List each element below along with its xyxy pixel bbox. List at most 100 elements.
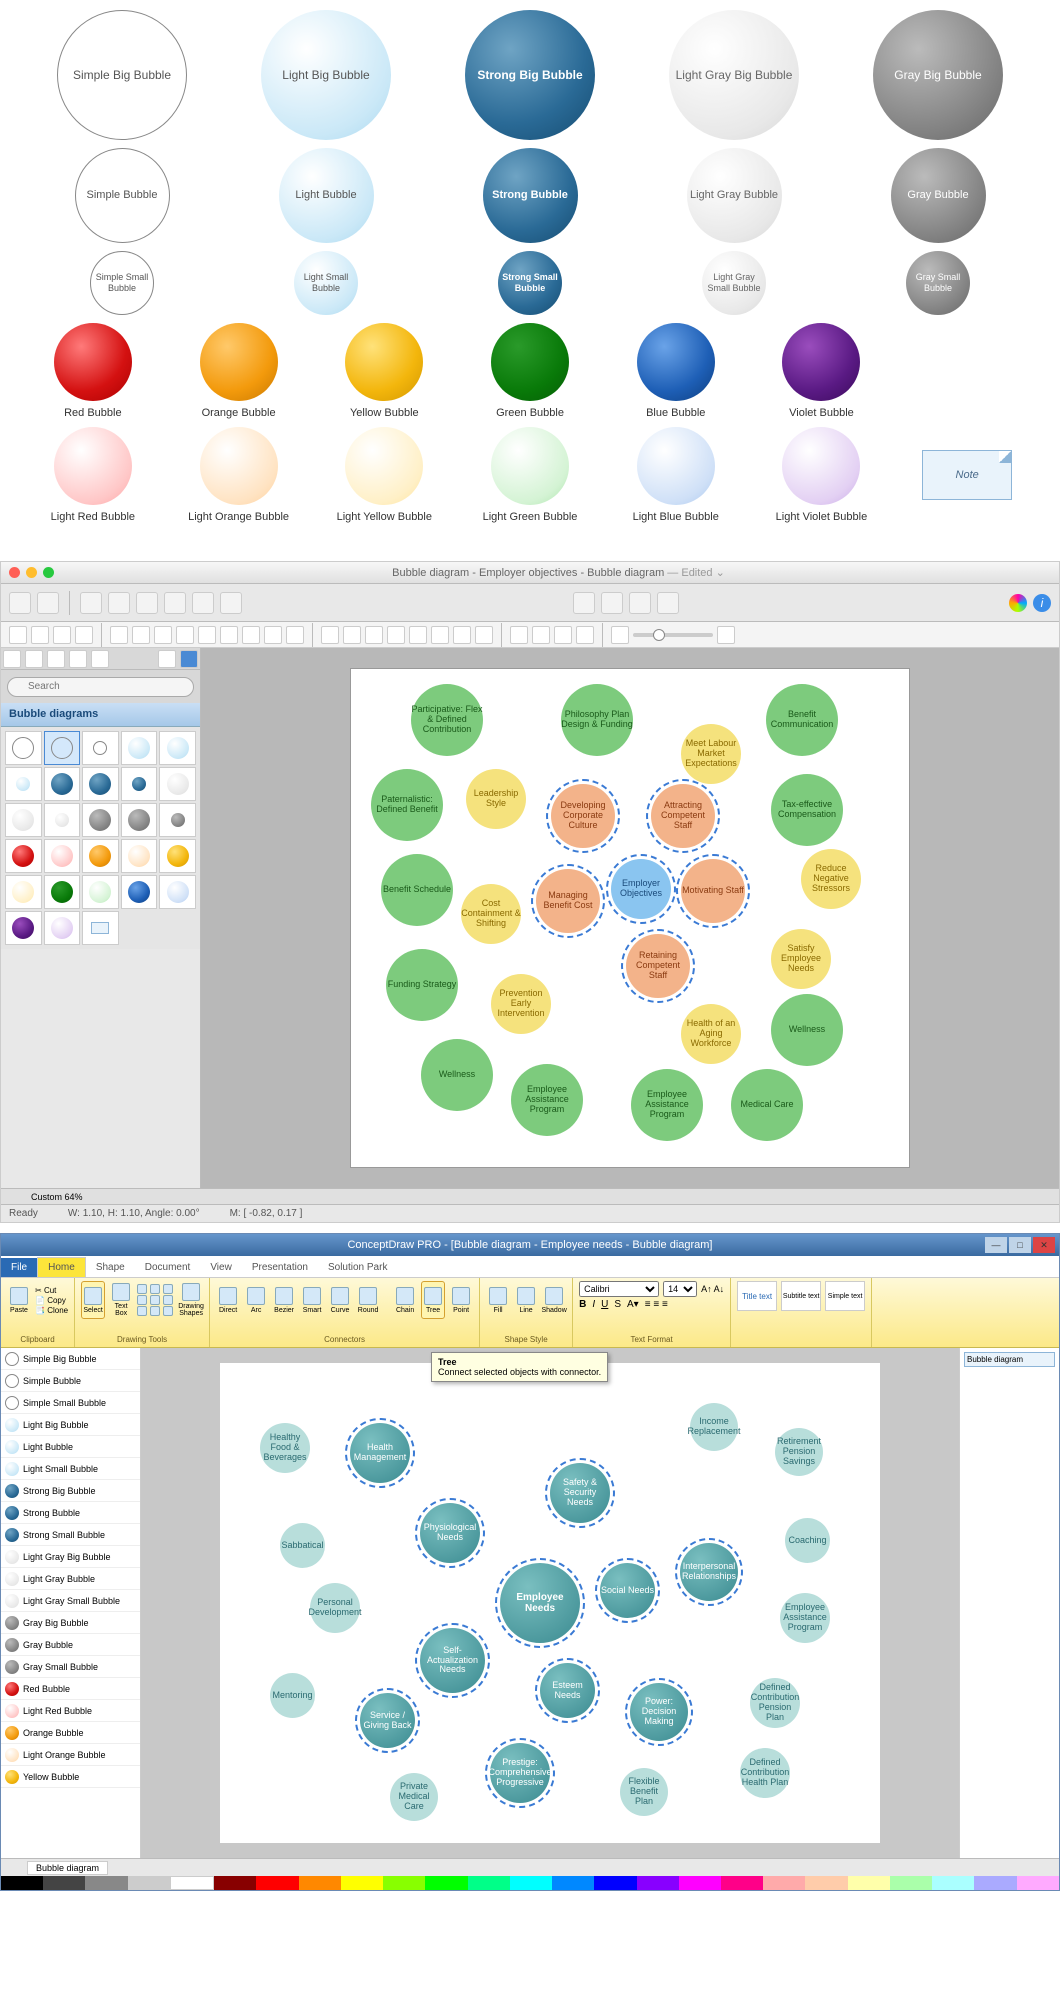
tool-button[interactable] xyxy=(264,626,282,644)
tool-button[interactable] xyxy=(242,626,260,644)
tool-button[interactable] xyxy=(576,626,594,644)
maximize-icon[interactable]: □ xyxy=(1009,1237,1031,1253)
page[interactable]: Participative: Flex & Defined Contributi… xyxy=(350,668,910,1168)
bubble-retirement[interactable]: Retirement Pension Savings xyxy=(775,1428,823,1476)
bubble-employee-needs[interactable]: Employee Needs xyxy=(500,1563,580,1643)
bubble-power[interactable]: Power: Decision Making xyxy=(630,1683,688,1741)
shape-gallery[interactable] xyxy=(137,1284,175,1316)
tool-button[interactable] xyxy=(532,626,550,644)
info-icon[interactable]: i xyxy=(1033,594,1051,612)
minimize-icon[interactable]: — xyxy=(985,1237,1007,1253)
bubble-motivating[interactable]: Motivating Staff xyxy=(681,859,745,923)
bubble-cost-cont[interactable]: Cost Containment & Shifting xyxy=(461,884,521,944)
shape-list-item[interactable]: Light Bubble xyxy=(1,1436,140,1458)
bubble-sabbatical[interactable]: Sabbatical xyxy=(280,1523,325,1568)
search-input[interactable] xyxy=(7,677,194,697)
clone-button[interactable]: 📑 Clone xyxy=(35,1306,68,1315)
tab-presentation[interactable]: Presentation xyxy=(242,1258,318,1277)
tab-file[interactable]: File xyxy=(1,1258,37,1277)
light-gray-big-bubble[interactable]: Light Gray Big Bubble xyxy=(669,10,799,140)
bubble-employer-obj[interactable]: Employer Objectives xyxy=(611,859,671,919)
shape-list-item[interactable]: Light Gray Bubble xyxy=(1,1568,140,1590)
tool-button[interactable] xyxy=(453,626,471,644)
shape-item[interactable] xyxy=(5,767,42,801)
light-gray-bubble[interactable]: Light Gray Bubble xyxy=(687,148,782,243)
zoom-slider[interactable] xyxy=(633,633,713,637)
toolbar-button[interactable] xyxy=(601,592,623,614)
light-red-bubble[interactable] xyxy=(54,427,132,505)
tree-button[interactable]: Tree xyxy=(421,1281,445,1319)
bubble-prestige[interactable]: Prestige: Comprehensive Progressive xyxy=(490,1743,550,1803)
bubble-dc-health[interactable]: Defined Contribution Health Plan xyxy=(740,1748,790,1798)
minimize-icon[interactable] xyxy=(26,567,37,578)
chain-button[interactable]: Chain xyxy=(393,1281,417,1319)
close-icon[interactable] xyxy=(9,567,20,578)
shape-list-item[interactable]: Light Small Bubble xyxy=(1,1458,140,1480)
bubble-paternalistic[interactable]: Paternalistic: Defined Benefit xyxy=(371,769,443,841)
search-icon[interactable] xyxy=(180,650,198,668)
tool-button[interactable] xyxy=(475,626,493,644)
gray-bubble[interactable]: Gray Bubble xyxy=(891,148,986,243)
fill-button[interactable]: Fill xyxy=(486,1281,510,1319)
bubble-wellness[interactable]: Wellness xyxy=(421,1039,493,1111)
yellow-bubble[interactable] xyxy=(345,323,423,401)
toolbar-button[interactable] xyxy=(108,592,130,614)
tab-document[interactable]: Document xyxy=(135,1258,201,1277)
bubble-income[interactable]: Income Replacement xyxy=(690,1403,738,1451)
shape-list-item[interactable]: Light Orange Bubble xyxy=(1,1744,140,1766)
shape-item[interactable] xyxy=(82,911,119,945)
bold-button[interactable]: B xyxy=(579,1299,586,1310)
bubble-flexible[interactable]: Flexible Benefit Plan xyxy=(620,1768,668,1816)
tab-home[interactable]: Home xyxy=(37,1257,86,1277)
panel-button[interactable] xyxy=(3,650,21,668)
red-bubble[interactable] xyxy=(54,323,132,401)
blue-bubble[interactable] xyxy=(637,323,715,401)
light-blue-bubble[interactable] xyxy=(637,427,715,505)
shape-list-item[interactable]: Simple Bubble xyxy=(1,1370,140,1392)
toolbar-button[interactable] xyxy=(220,592,242,614)
bubble-eap[interactable]: Employee Assistance Program xyxy=(631,1069,703,1141)
bubble-benefit-comm[interactable]: Benefit Communication xyxy=(766,684,838,756)
bubble-self-act[interactable]: Self-Actualization Needs xyxy=(420,1628,485,1693)
simple-small-bubble[interactable]: Simple Small Bubble xyxy=(90,251,154,315)
shape-item[interactable] xyxy=(44,839,81,873)
panel-button[interactable] xyxy=(91,650,109,668)
bubble-developing[interactable]: Developing Corporate Culture xyxy=(551,784,615,848)
light-yellow-bubble[interactable] xyxy=(345,427,423,505)
simple-bubble[interactable]: Simple Bubble xyxy=(75,148,170,243)
toolbar-button[interactable] xyxy=(657,592,679,614)
textbox-button[interactable]: Text Box xyxy=(109,1281,133,1319)
bubble-reduce-neg[interactable]: Reduce Negative Stressors xyxy=(801,849,861,909)
bubble-esteem[interactable]: Esteem Needs xyxy=(540,1663,595,1718)
tab-shape[interactable]: Shape xyxy=(86,1258,135,1277)
shape-list-item[interactable]: Strong Small Bubble xyxy=(1,1524,140,1546)
bubble-eap[interactable]: Employee Assistance Program xyxy=(511,1064,583,1136)
light-green-bubble[interactable] xyxy=(491,427,569,505)
shape-item[interactable] xyxy=(159,731,196,765)
shape-item[interactable] xyxy=(159,839,196,873)
subtitle-style[interactable]: Subtitle text xyxy=(781,1281,821,1311)
toolbar-button[interactable] xyxy=(37,592,59,614)
tool-button[interactable] xyxy=(53,626,71,644)
tool-button[interactable] xyxy=(409,626,427,644)
win-canvas[interactable]: TreeConnect selected objects with connec… xyxy=(141,1348,959,1858)
toolbar-button[interactable] xyxy=(629,592,651,614)
shape-item[interactable] xyxy=(121,875,158,909)
shape-list-item[interactable]: Orange Bubble xyxy=(1,1722,140,1744)
strong-small-bubble[interactable]: Strong Small Bubble xyxy=(498,251,562,315)
shadow-button[interactable]: Shadow xyxy=(542,1281,566,1319)
shape-list-item[interactable]: Yellow Bubble xyxy=(1,1766,140,1788)
tool-button[interactable] xyxy=(321,626,339,644)
bubble-mentoring[interactable]: Mentoring xyxy=(270,1673,315,1718)
shape-item[interactable] xyxy=(82,839,119,873)
curve-button[interactable]: Curve xyxy=(328,1281,352,1319)
bubble-retaining[interactable]: Retaining Competent Staff xyxy=(626,934,690,998)
bubble-funding[interactable]: Funding Strategy xyxy=(386,949,458,1021)
tool-button[interactable] xyxy=(110,626,128,644)
bubble-health-aging[interactable]: Health of an Aging Workforce xyxy=(681,1004,741,1064)
bezier-button[interactable]: Bezier xyxy=(272,1281,296,1319)
tool-button[interactable] xyxy=(132,626,150,644)
shape-item[interactable] xyxy=(44,803,81,837)
font-select[interactable]: Calibri xyxy=(579,1281,659,1297)
shape-item[interactable] xyxy=(5,875,42,909)
